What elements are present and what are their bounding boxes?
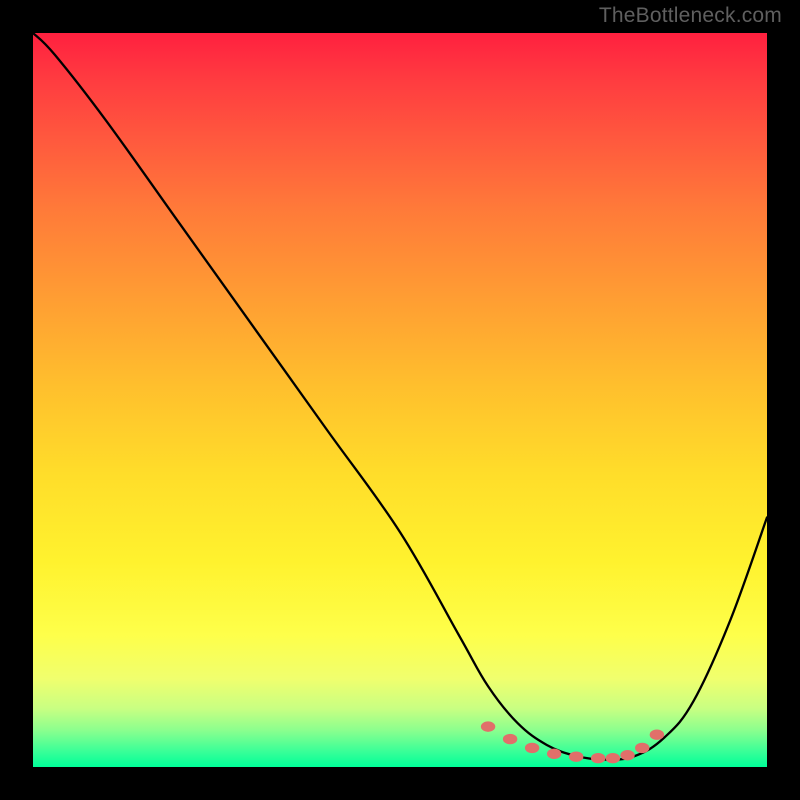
optimal-markers [481, 721, 664, 763]
marker-dot [481, 721, 495, 731]
marker-dot [606, 753, 620, 763]
marker-dot [569, 752, 583, 762]
plot-area [33, 33, 767, 767]
watermark-text: TheBottleneck.com [599, 4, 782, 28]
marker-dot [503, 734, 517, 744]
marker-dot [525, 743, 539, 753]
chart-frame: TheBottleneck.com [0, 0, 800, 800]
marker-dot [547, 749, 561, 759]
bottleneck-curve [33, 33, 767, 760]
marker-dot [620, 750, 634, 760]
curve-svg [33, 33, 767, 767]
marker-dot [591, 753, 605, 763]
marker-dot [635, 743, 649, 753]
marker-dot [650, 730, 664, 740]
